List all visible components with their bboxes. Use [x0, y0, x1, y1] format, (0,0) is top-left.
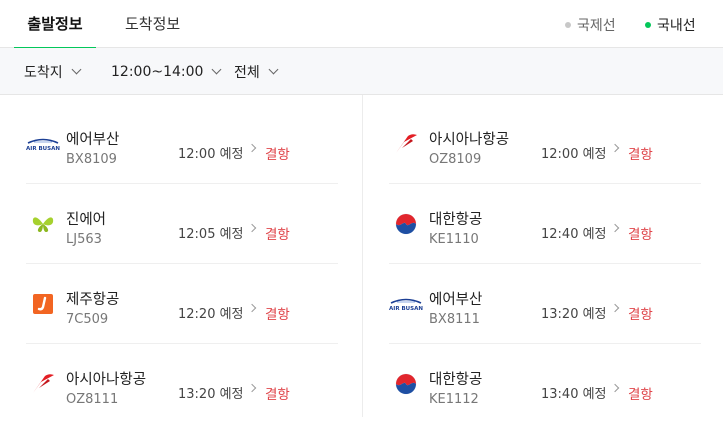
scheduled-time: 13:20 예정: [178, 387, 244, 402]
radio-dot-icon: [645, 22, 651, 28]
region-domestic-toggle[interactable]: 국내선: [645, 15, 696, 35]
flight-row[interactable]: 대한항공 KE1112 13:40 예정 결항: [389, 344, 701, 424]
status-badge: 결항: [628, 307, 653, 323]
flight-number: KE1112: [429, 392, 479, 407]
flight-number: BX8109: [66, 152, 117, 167]
svg-text:AIR BUSAN: AIR BUSAN: [26, 146, 60, 152]
status-badge: 결항: [265, 227, 290, 243]
chevron-down-icon: [71, 64, 82, 75]
scope-dropdown[interactable]: 전체: [234, 48, 279, 95]
flight-row[interactable]: 제주항공 7C509 12:20 예정 결항: [26, 264, 338, 344]
tab-departures[interactable]: 출발정보: [14, 0, 96, 49]
chevron-right-icon: [247, 383, 257, 393]
airline-name: 대한항공: [429, 212, 483, 228]
scheduled-time: 13:40 예정: [541, 387, 607, 402]
chevron-right-icon: [247, 303, 257, 313]
asiana-logo-icon: [389, 132, 423, 156]
scheduled-time: 12:05 예정: [178, 227, 244, 242]
airline-name: 아시아나항공: [429, 132, 510, 148]
time-range-dropdown-label: 12:00~14:00: [111, 63, 204, 80]
status-badge: 결항: [628, 387, 653, 403]
flight-number: LJ563: [66, 232, 102, 247]
region-domestic-label: 국내선: [657, 18, 696, 34]
radio-dot-icon: [565, 22, 571, 28]
scheduled-time: 12:40 예정: [541, 227, 607, 242]
flight-number: BX8111: [429, 312, 480, 327]
koreanair-logo-icon: [389, 372, 423, 396]
scheduled-time: 12:00 예정: [178, 147, 244, 162]
jejuair-logo-icon: [26, 292, 60, 316]
time-range-dropdown[interactable]: 12:00~14:00: [111, 48, 222, 95]
tab-arrivals[interactable]: 도착정보: [125, 0, 180, 48]
scheduled-time: 13:20 예정: [541, 307, 607, 322]
scheduled-time: 12:20 예정: [178, 307, 244, 322]
airline-name: 진에어: [66, 212, 107, 228]
chevron-right-icon: [610, 303, 620, 313]
flight-tabs: 출발정보 도착정보 국제선 국내선: [0, 0, 723, 49]
asiana-logo-icon: [26, 372, 60, 396]
filter-bar: 도착지 12:00~14:00 전체: [0, 48, 723, 95]
airline-name: 에어부산: [429, 292, 483, 308]
chevron-right-icon: [610, 383, 620, 393]
flight-number: KE1110: [429, 232, 479, 247]
flight-number: OZ8111: [66, 392, 119, 407]
svg-text:AIR BUSAN: AIR BUSAN: [389, 306, 423, 312]
chevron-right-icon: [247, 223, 257, 233]
status-badge: 결항: [265, 147, 290, 163]
scope-dropdown-label: 전체: [234, 64, 260, 81]
flight-row[interactable]: 아시아나항공 OZ8111 13:20 예정 결항: [26, 344, 338, 424]
region-international-label: 국제선: [577, 18, 616, 34]
status-badge: 결항: [265, 307, 290, 323]
flight-row[interactable]: 진에어 LJ563 12:05 예정 결항: [26, 184, 338, 264]
jinair-logo-icon: [26, 212, 60, 236]
chevron-right-icon: [610, 143, 620, 153]
airline-name: 에어부산: [66, 132, 120, 148]
status-badge: 결항: [265, 387, 290, 403]
airline-name: 대한항공: [429, 372, 483, 388]
chevron-down-icon: [268, 64, 279, 75]
flight-row[interactable]: AIR BUSAN 에어부산 BX8109 12:00 예정 결항: [26, 104, 338, 184]
status-badge: 결항: [628, 147, 653, 163]
destination-dropdown[interactable]: 도착지: [24, 48, 82, 95]
chevron-down-icon: [211, 64, 222, 75]
flight-row[interactable]: 대한항공 KE1110 12:40 예정 결항: [389, 184, 701, 264]
chevron-right-icon: [247, 143, 257, 153]
airline-name: 아시아나항공: [66, 372, 147, 388]
chevron-right-icon: [610, 223, 620, 233]
destination-dropdown-label: 도착지: [24, 64, 63, 81]
region-international-toggle[interactable]: 국제선: [565, 15, 616, 35]
scheduled-time: 12:00 예정: [541, 147, 607, 162]
koreanair-logo-icon: [389, 212, 423, 236]
airbusan-logo-icon: AIR BUSAN: [389, 292, 423, 316]
airline-name: 제주항공: [66, 292, 120, 308]
airbusan-logo-icon: AIR BUSAN: [26, 132, 60, 156]
flight-number: 7C509: [66, 312, 109, 327]
flight-number: OZ8109: [429, 152, 482, 167]
flight-row[interactable]: AIR BUSAN 에어부산 BX8111 13:20 예정 결항: [389, 264, 701, 344]
status-badge: 결항: [628, 227, 653, 243]
column-divider: [362, 95, 363, 417]
flight-row[interactable]: 아시아나항공 OZ8109 12:00 예정 결항: [389, 104, 701, 184]
